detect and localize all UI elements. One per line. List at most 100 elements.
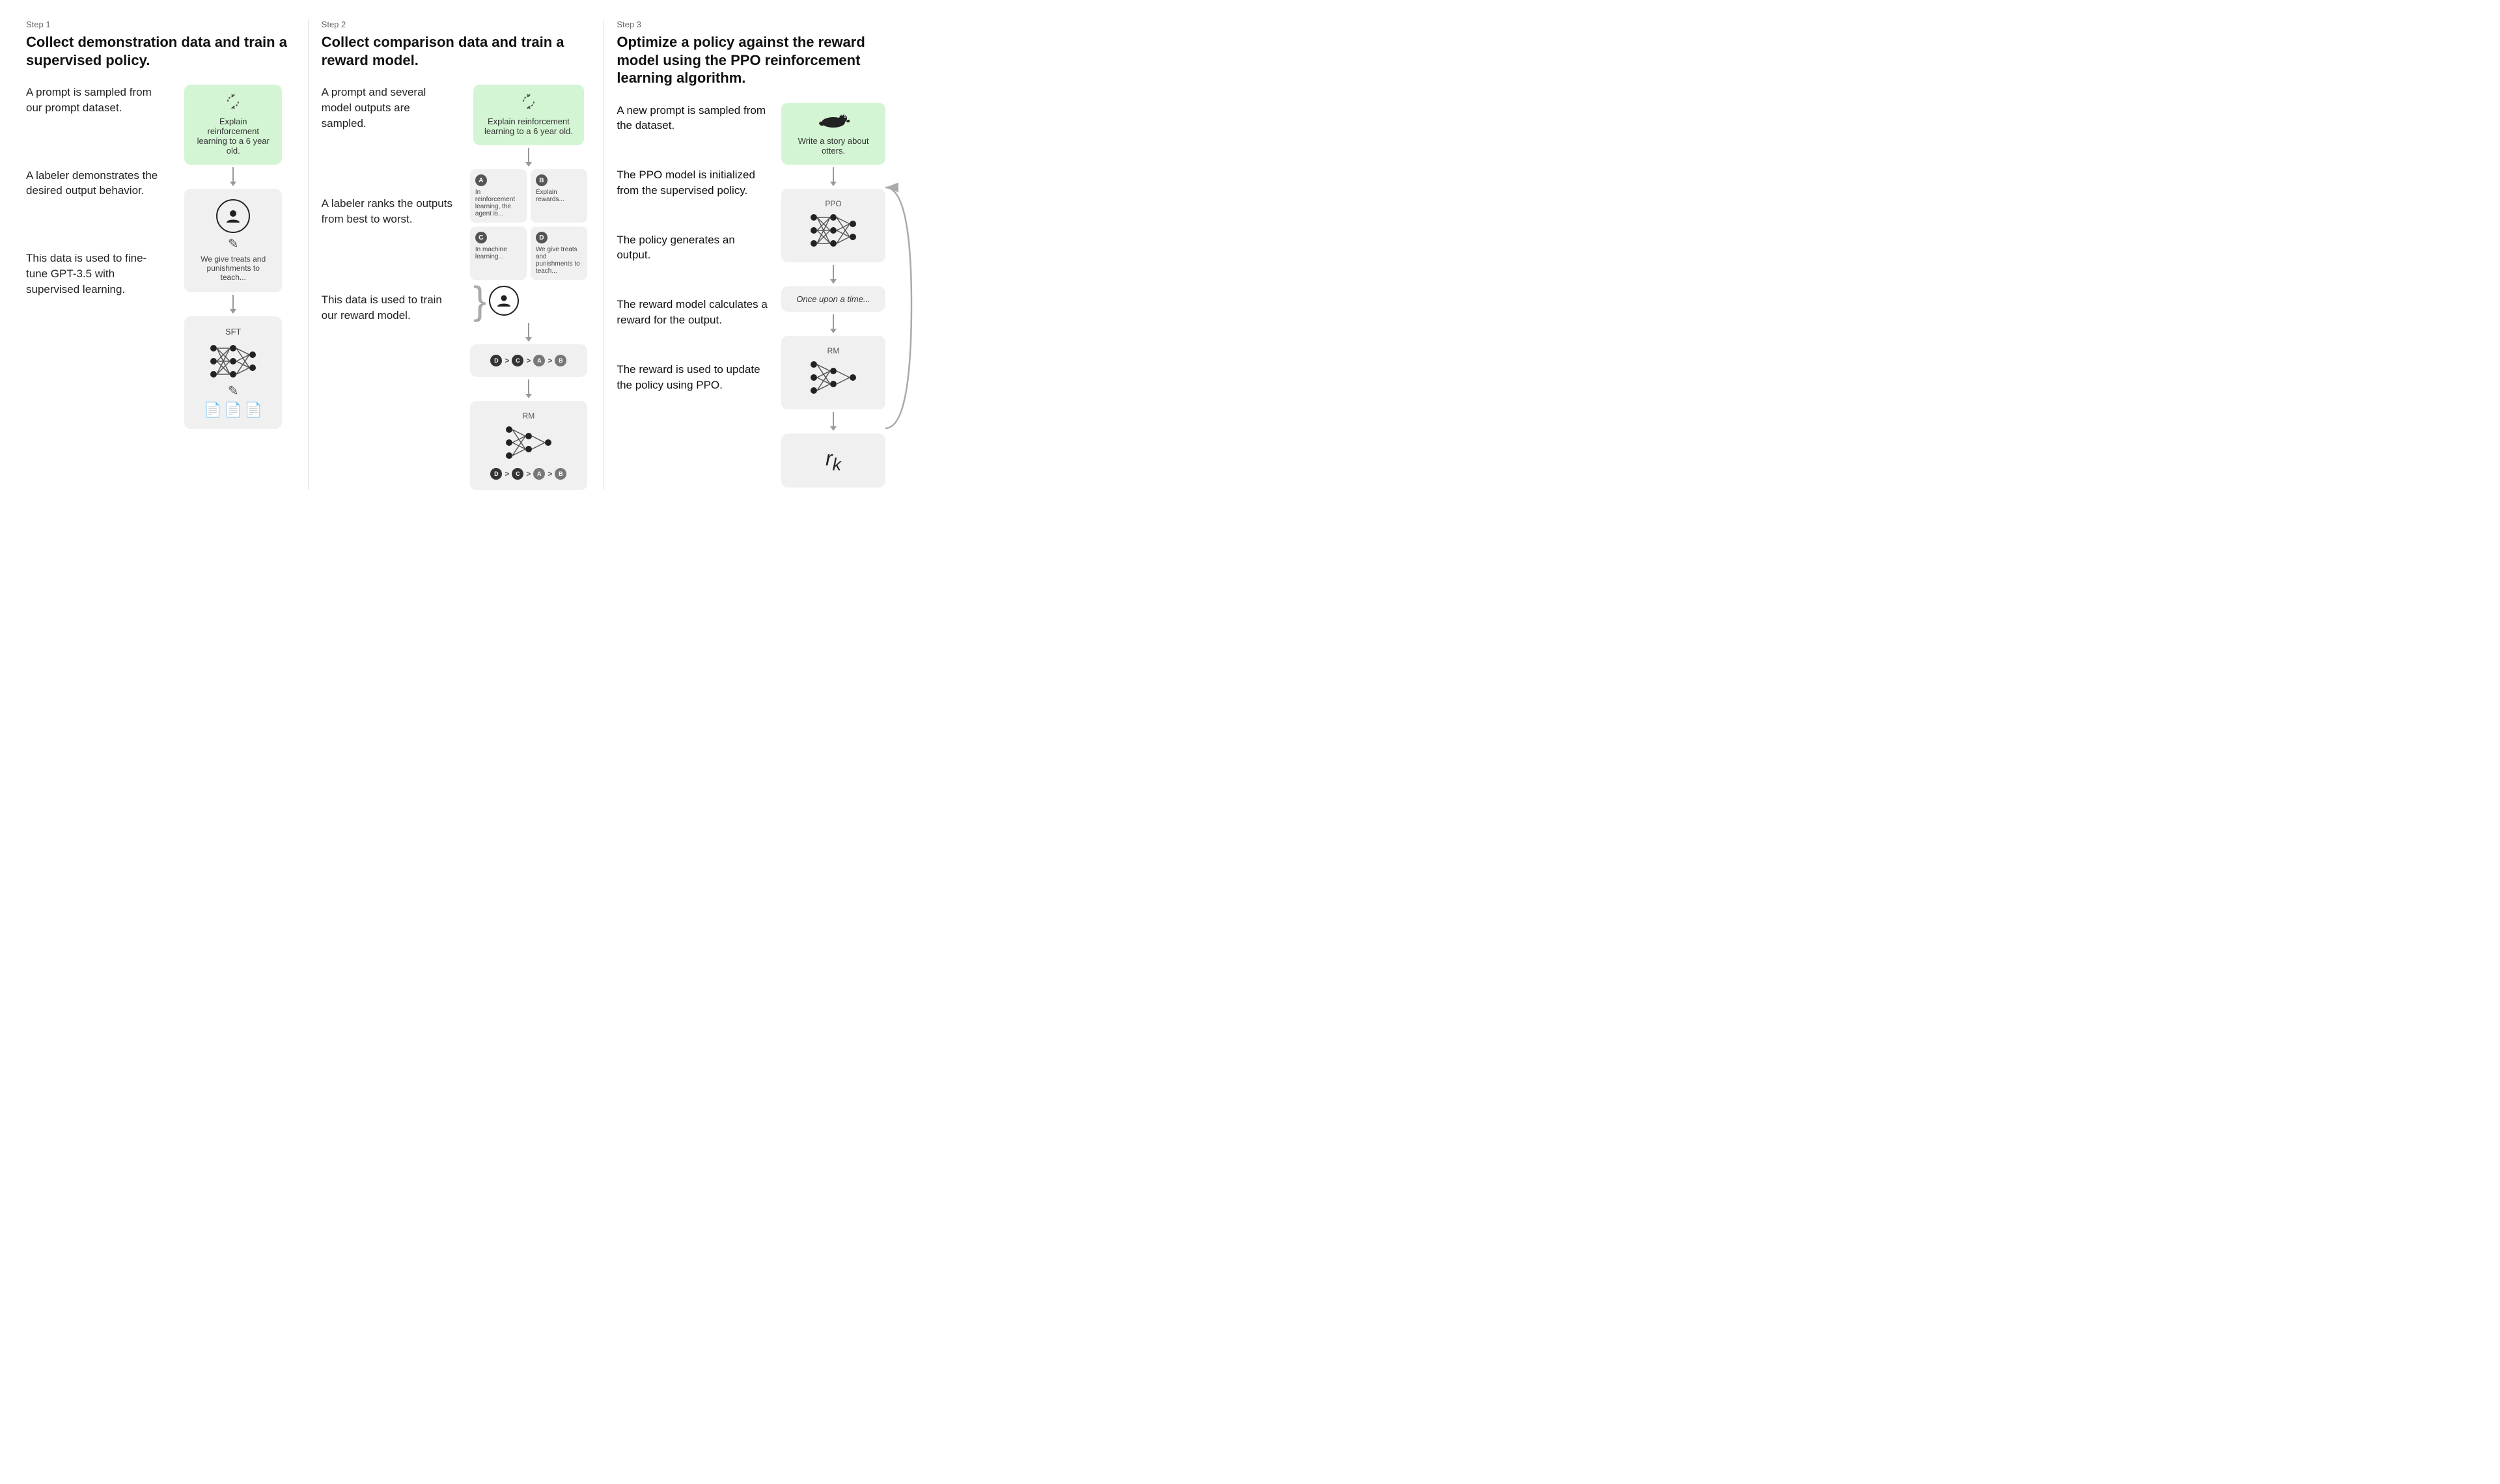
step-1-doc-icons: 📄 📄 📄 [195, 402, 271, 419]
step-2-output-b: B Explain rewards... [531, 169, 587, 223]
step-3-rm-card: RM [781, 336, 885, 409]
step-3-text-4: The reward model calculates a reward for… [617, 297, 771, 328]
step-3-output-text: Once upon a time... [792, 294, 875, 304]
step-2-text-3: This data is used to train our reward mo… [322, 292, 457, 323]
rm-rank-a: A [533, 468, 545, 480]
step-3-arrow-1 [830, 167, 837, 186]
step-3-prompt-text: Write a story about otters. [792, 136, 875, 156]
step-3-title: Optimize a policy against the reward mod… [617, 33, 885, 87]
step-3-rm-label: RM [792, 346, 875, 355]
step-1-nn-svg [207, 340, 259, 383]
rm-rank-b: B [555, 468, 566, 480]
step-2-rm-card: RM [470, 401, 587, 490]
step-1-text-1: A prompt is sampled from our prompt data… [26, 85, 161, 116]
step-3-arrow-2 [830, 265, 837, 284]
step-2-label: Step 2 [322, 20, 590, 29]
step-2-content: A prompt and several model outputs are s… [322, 85, 590, 490]
step-2-prompt-box: Explain reinforcement learning to a 6 ye… [473, 85, 584, 145]
step-3-label: Step 3 [617, 20, 885, 29]
step-3-arrow-4 [830, 412, 837, 431]
step-2-output-c: C In machine learning... [470, 227, 527, 280]
rank-a: A [533, 355, 545, 366]
step-2-brace-area: } [473, 281, 584, 320]
step-1-sft-card: SFT [184, 316, 282, 429]
step-1-pencil-2: ✎ [195, 383, 271, 399]
output-text-a: In reinforcement learning, the agent is.… [475, 189, 521, 217]
step-1-labeler-card: ✎ We give treats and punishments to teac… [184, 189, 282, 292]
step-3-otter-icon [792, 112, 875, 132]
rank-c: C [512, 355, 523, 366]
diagram-container: Step 1 Collect demonstration data and tr… [13, 20, 898, 490]
step-1-left-text: A prompt is sampled from our prompt data… [26, 85, 161, 297]
step-3-ppo-nn [807, 210, 859, 252]
step-1-model-label: SFT [195, 327, 271, 337]
step-2-output-a: A In reinforcement learning, the agent i… [470, 169, 527, 223]
step-1-diagram: Explain reinforcement learning to a 6 ye… [172, 85, 295, 429]
step-2-ranking-row: D > C > A > B [480, 355, 577, 366]
step-2-ranking-card: D > C > A > B [470, 344, 587, 377]
step-3-ppo-label: PPO [792, 199, 875, 208]
step-2-rm-label: RM [480, 411, 577, 420]
doc-icon-3: 📄 [245, 402, 262, 419]
rank-b: B [555, 355, 566, 366]
rm-rank-d: D [490, 468, 502, 480]
step-3-rk-box: rk [781, 433, 885, 488]
output-badge-c: C [475, 232, 487, 243]
step-1-column: Step 1 Collect demonstration data and tr… [13, 20, 309, 490]
rank-d: D [490, 355, 502, 366]
step-2-nn-svg [503, 422, 555, 464]
step-3-rk-text: rk [826, 447, 841, 470]
step-3-arrow-3 [830, 314, 837, 333]
step-1-prompt-text: Explain reinforcement learning to a 6 ye… [195, 117, 271, 156]
step-1-arrow-1 [230, 167, 236, 186]
step-2-prompt-text: Explain reinforcement learning to a 6 ye… [484, 117, 574, 136]
step-3-column: Step 3 Optimize a policy against the rew… [604, 20, 898, 490]
step-3-rm-nn [807, 357, 859, 399]
step-2-arrow-1 [525, 148, 532, 167]
step-3-output-box: Once upon a time... [781, 286, 885, 312]
step-2-text-1: A prompt and several model outputs are s… [322, 85, 457, 131]
step-2-diagram: Explain reinforcement learning to a 6 ye… [467, 85, 590, 490]
step-2-text-2: A labeler ranks the outputs from best to… [322, 196, 457, 227]
step-3-text-5: The reward is used to update the policy … [617, 362, 771, 393]
step-3-diagram: Write a story about otters. PPO [781, 103, 885, 488]
output-badge-d: D [536, 232, 548, 243]
step-1-content: A prompt is sampled from our prompt data… [26, 85, 295, 429]
step-1-label: Step 1 [26, 20, 295, 29]
step-1-recycle-icon [195, 94, 271, 113]
step-2-brace: } [473, 281, 486, 320]
step-3-ppo-card: PPO [781, 189, 885, 262]
step-1-labeler-caption: We give treats and punishments to teach.… [195, 254, 271, 282]
step-3-content: A new prompt is sampled from the dataset… [617, 103, 885, 488]
step-3-left-text: A new prompt is sampled from the dataset… [617, 103, 771, 393]
output-badge-a: A [475, 174, 487, 186]
step-1-text-2: A labeler demonstrates the desired outpu… [26, 168, 161, 199]
step-2-arrow-2 [525, 323, 532, 342]
rm-rank-c: C [512, 468, 523, 480]
step-2-person-circle [489, 286, 519, 316]
step-1-title: Collect demonstration data and train a s… [26, 33, 295, 69]
doc-icon-2: 📄 [225, 402, 242, 419]
step-3-prompt-box: Write a story about otters. [781, 103, 885, 165]
step-3-text-3: The policy generates an output. [617, 232, 771, 264]
step-2-recycle-icon [484, 94, 574, 113]
step-2-arrow-3 [525, 379, 532, 398]
step-1-text-3: This data is used to fine-tune GPT-3.5 w… [26, 251, 161, 297]
step-3-feedback-arrow [882, 181, 915, 441]
output-text-c: In machine learning... [475, 246, 521, 260]
step-1-prompt-box: Explain reinforcement learning to a 6 ye… [184, 85, 282, 165]
step-1-pencil-icon: ✎ [228, 236, 239, 252]
step-3-text-2: The PPO model is initialized from the su… [617, 167, 771, 199]
doc-icon-1: 📄 [204, 402, 221, 419]
output-badge-b: B [536, 174, 548, 186]
step-3-text-1: A new prompt is sampled from the dataset… [617, 103, 771, 134]
step-2-outputs-grid: A In reinforcement learning, the agent i… [470, 169, 587, 280]
step-2-output-d: D We give treats and punishments to teac… [531, 227, 587, 280]
step-2-title: Collect comparison data and train a rewa… [322, 33, 590, 69]
output-text-b: Explain rewards... [536, 189, 582, 203]
output-text-d: We give treats and punishments to teach.… [536, 246, 582, 275]
step-2-rm-ranking: D > C > A > B [480, 468, 577, 480]
step-1-arrow-2 [230, 295, 236, 314]
step-2-column: Step 2 Collect comparison data and train… [309, 20, 604, 490]
step-2-left-text: A prompt and several model outputs are s… [322, 85, 457, 323]
